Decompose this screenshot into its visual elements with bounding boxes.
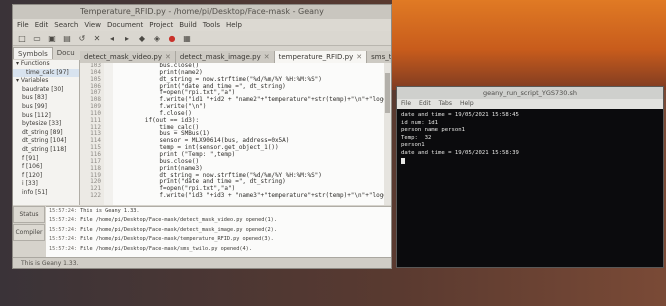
save-icon[interactable]: ▣ <box>47 33 57 43</box>
symbol-item[interactable]: bytesize [33] <box>13 120 79 129</box>
toolbar: □ ▭ ▣ ▤ ↺ ✕ ◂ ▸ ◆ ◈ ● ▦ <box>13 31 391 46</box>
terminal-cursor-line <box>401 157 659 166</box>
menu-file[interactable]: File <box>17 19 29 31</box>
message-row: 15:57:24: This is Geany 1.33. <box>49 208 140 214</box>
editor-scrollbar[interactable] <box>384 63 391 205</box>
menu-build[interactable]: Build <box>179 19 197 31</box>
close-icon[interactable]: ✕ <box>165 51 171 63</box>
tab-temperature-rfid[interactable]: temperature_RFID.py ✕ <box>274 51 368 63</box>
window-title: Temperature_RFID.py - /home/pi/Desktop/F… <box>13 5 391 19</box>
symbol-tree: ▾ Functions time_calc [97] ▾ Variables b… <box>13 60 80 205</box>
geany-window: Temperature_RFID.py - /home/pi/Desktop/F… <box>12 4 392 269</box>
menu-search[interactable]: Search <box>54 19 78 31</box>
menu-edit[interactable]: Edit <box>35 19 49 31</box>
message-row: 15:57:24: File /home/pi/Desktop/Face-mask… <box>49 217 277 224</box>
tab-symbols[interactable]: Symbols <box>13 47 53 59</box>
menu-tools[interactable]: Tools <box>203 19 220 31</box>
build-icon[interactable]: ◈ <box>152 33 162 43</box>
symbol-group-variables[interactable]: ▾ Variables <box>13 77 79 86</box>
scrollbar-thumb[interactable] <box>385 73 390 113</box>
fold-margin[interactable] <box>104 63 113 205</box>
close-icon[interactable]: ✕ <box>92 33 102 43</box>
terminal-line: date and time = 19/05/2021 15:58:39 <box>401 149 519 156</box>
tab-detect-mask-image[interactable]: detect_mask_image.py ✕ <box>175 51 275 63</box>
new-file-icon[interactable]: □ <box>17 33 27 43</box>
message-log: 15:57:24: This is Geany 1.33. 15:57:24: Fi… <box>46 206 391 259</box>
message-row: 15:57:24: File /home/pi/Desktop/Face-mask… <box>49 236 274 243</box>
symbol-item[interactable]: bus [83] <box>13 94 79 103</box>
menu-tabs[interactable]: Tabs <box>439 99 452 109</box>
message-row: 15:57:24: File /home/pi/Desktop/Face-mask… <box>49 226 277 233</box>
symbol-item[interactable]: f [120] <box>13 172 79 181</box>
menu-project[interactable]: Project <box>149 19 173 31</box>
menu-document[interactable]: Document <box>107 19 143 31</box>
tab-documents[interactable]: Docu <box>53 47 79 59</box>
line-number-gutter: 103 104 105 106 107 108 109 110 111 112 113 114 115 1… <box>80 63 104 205</box>
menu-edit[interactable]: Edit <box>419 99 431 109</box>
terminal-line: date and time = 19/05/2021 15:58:45 <box>401 112 519 118</box>
tab-status[interactable]: Status <box>13 206 45 223</box>
symbol-item[interactable]: dt_string [89] <box>13 129 79 138</box>
tab-compiler[interactable]: Compiler <box>13 224 45 241</box>
symbol-item[interactable]: dt_string [104] <box>13 137 79 146</box>
terminal-line: Temp: 32 <box>401 134 432 141</box>
symbol-item[interactable]: f [91] <box>13 155 79 164</box>
symbol-item[interactable]: dt_string [118] <box>13 146 79 155</box>
terminal-output[interactable]: date and time = 19/05/2021 15:58:45 id n… <box>397 109 663 168</box>
code-text[interactable]: bus.close() print(name2) dt_string = now… <box>116 63 391 200</box>
compile-icon[interactable]: ◆ <box>137 33 147 43</box>
terminal-line: person name person1 <box>401 127 465 134</box>
close-icon[interactable]: ✕ <box>264 51 270 63</box>
symbol-item[interactable]: bus [112] <box>13 112 79 121</box>
back-icon[interactable]: ◂ <box>107 33 117 43</box>
terminal-window: geany_run_script_YGS730.sh File Edit Tab… <box>396 86 664 268</box>
revert-icon[interactable]: ↺ <box>77 33 87 43</box>
forward-icon[interactable]: ▸ <box>122 33 132 43</box>
code-line[interactable]: f.write("id3 "+id3 + "name3"+"temperatur… <box>116 192 391 200</box>
editor-tabs: detect_mask_video.py ✕ detect_mask_image.… <box>80 51 391 63</box>
symbol-item[interactable]: f [106] <box>13 163 79 172</box>
color-icon[interactable]: ▦ <box>182 33 192 43</box>
tab-detect-mask-video[interactable]: detect_mask_video.py ✕ <box>80 51 176 63</box>
tab-sms-twilo[interactable]: sms_twilo.py✕ <box>367 51 391 63</box>
menu-view[interactable]: View <box>84 19 101 31</box>
line-number: 122 <box>90 192 101 200</box>
symbol-item[interactable]: i [33] <box>13 180 79 189</box>
sidebar-tabs: Symbols Docu <box>13 47 79 59</box>
run-icon[interactable]: ● <box>167 33 177 43</box>
desktop-wallpaper <box>392 0 666 90</box>
save-all-icon[interactable]: ▤ <box>62 33 72 43</box>
symbol-item[interactable]: info [51] <box>13 189 79 198</box>
code-editor[interactable]: 103 104 105 106 107 108 109 110 111 112 113 114 115 1… <box>80 63 391 205</box>
symbol-group-functions[interactable]: ▾ Functions <box>13 60 79 69</box>
symbol-item[interactable]: time_calc [97] <box>13 68 79 78</box>
terminal-line: id num: 1d1 <box>401 119 439 126</box>
symbol-item[interactable]: bus [99] <box>13 103 79 112</box>
terminal-title: geany_run_script_YGS730.sh <box>397 87 663 99</box>
menu-help[interactable]: Help <box>226 19 242 31</box>
status-bar: This is Geany 1.33. <box>13 257 391 268</box>
message-row: 15:57:24: File /home/pi/Desktop/Face-mask… <box>49 245 252 252</box>
menu-bar: File Edit Search View Document Project B… <box>13 19 391 31</box>
menu-help[interactable]: Help <box>460 99 474 109</box>
terminal-line: person1 <box>401 142 425 149</box>
terminal-menu-bar: File Edit Tabs Help <box>397 99 663 109</box>
close-icon[interactable]: ✕ <box>356 51 362 63</box>
menu-file[interactable]: File <box>401 99 411 109</box>
open-file-icon[interactable]: ▭ <box>32 33 42 43</box>
symbol-item[interactable]: baudrate [30] <box>13 86 79 95</box>
text-cursor <box>401 157 405 164</box>
